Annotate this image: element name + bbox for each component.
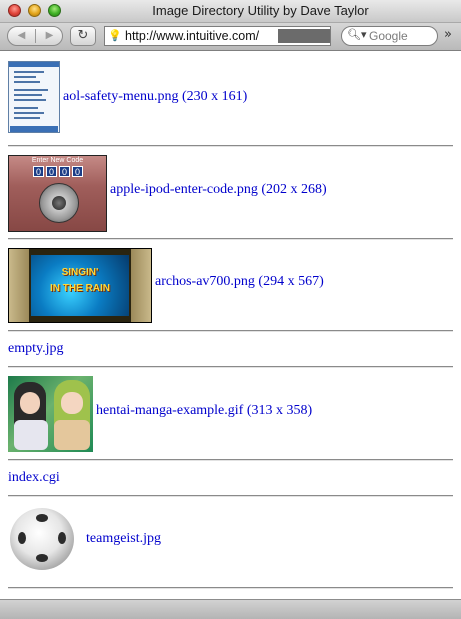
search-magnifier-icon: 🔍︎▾ [347, 28, 367, 41]
file-link-text: empty.jpg [8, 341, 64, 356]
back-forward-group: ◀ ▶ [7, 26, 63, 46]
manga-thumbnail [8, 376, 93, 452]
address-bar[interactable]: 💡 http://www.intuitive.com/ [104, 26, 331, 46]
archos-thumbnail: SINGIN' IN THE RAIN [8, 248, 152, 323]
minimize-window-button[interactable] [28, 4, 41, 17]
reload-icon: ↻ [77, 28, 89, 43]
search-placeholder: Google [369, 29, 408, 43]
forward-arrow-icon: ▶ [45, 30, 54, 41]
ipod-header-text: Enter New Code [31, 157, 84, 164]
search-field[interactable]: 🔍︎▾ Google [341, 26, 438, 46]
page-content: aol-safety-menu.png (230 x 161) Enter Ne… [0, 51, 461, 599]
forward-button[interactable]: ▶ [36, 27, 63, 45]
divider [8, 238, 453, 240]
divider [8, 587, 453, 589]
menu-bar [9, 62, 59, 67]
click-wheel-icon [39, 183, 79, 223]
code-digit: 0 [46, 166, 57, 177]
status-bar [0, 599, 461, 619]
ipod-thumbnail: Enter New Code 0 0 0 0 [8, 155, 107, 232]
chevron-double-right-icon[interactable]: » [444, 27, 452, 42]
file-link-text: index.cgi [8, 470, 60, 485]
address-text: http://www.intuitive.com/ [125, 29, 260, 43]
divider [8, 495, 453, 497]
archos-screen: SINGIN' IN THE RAIN [31, 255, 129, 316]
reload-button[interactable]: ↻ [70, 26, 96, 46]
selected-menu-item [10, 126, 58, 132]
redacted-url-segment [278, 29, 330, 43]
browser-toolbar: ◀ ▶ ↻ 💡 http://www.intuitive.com/ 🔍︎▾ Go… [0, 23, 461, 51]
soccer-ball-thumbnail [8, 507, 78, 575]
screen-title-line1: SINGIN' [61, 267, 99, 278]
screen-title-line2: IN THE RAIN [50, 283, 110, 294]
back-button[interactable]: ◀ [8, 27, 35, 45]
image-link-text: archos-av700.png (294 x 567) [155, 274, 324, 289]
code-digit: 0 [33, 166, 44, 177]
image-link-text: teamgeist.jpg [86, 531, 162, 546]
title-bar: Image Directory Utility by Dave Taylor [0, 0, 461, 23]
image-link-text: hentai-manga-example.gif (313 x 358) [96, 403, 313, 418]
divider [8, 330, 453, 332]
window-title: Image Directory Utility by Dave Taylor [152, 3, 369, 18]
close-window-button[interactable] [8, 4, 21, 17]
soccer-ball-icon [10, 508, 74, 570]
image-link-text: aol-safety-menu.png (230 x 161) [63, 89, 248, 104]
zoom-window-button[interactable] [48, 4, 61, 17]
page-bulb-icon: 💡 [108, 29, 122, 42]
image-link-text: apple-ipod-enter-code.png (202 x 268) [110, 182, 327, 197]
divider [8, 459, 453, 461]
code-digit: 0 [72, 166, 83, 177]
aol-menu-thumbnail [8, 61, 60, 133]
back-arrow-icon: ◀ [17, 30, 26, 41]
divider [8, 145, 453, 147]
code-digit: 0 [59, 166, 70, 177]
divider [8, 366, 453, 368]
